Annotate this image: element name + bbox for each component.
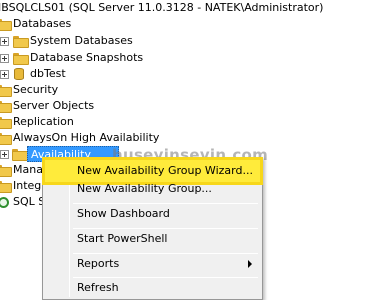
menu-item-reports[interactable]: Reports — [45, 253, 260, 275]
tree-label: dbTest — [30, 67, 66, 80]
menu-item-start-powershell[interactable]: Start PowerShell — [45, 228, 260, 250]
tree-node-replication[interactable]: Replication — [0, 114, 74, 130]
tree-label: AlwaysOn High Availability — [13, 131, 160, 144]
submenu-arrow-icon — [248, 260, 252, 268]
expand-icon[interactable] — [0, 37, 9, 46]
folder-icon — [0, 117, 12, 129]
expand-icon[interactable] — [0, 150, 9, 159]
tree-label: System Databases — [30, 34, 133, 47]
sql-agent-icon — [0, 197, 9, 208]
tree-node-server[interactable]: NBSQLCLS01 (SQL Server 11.0.3128 - NATEK… — [0, 0, 323, 16]
server-label: NBSQLCLS01 (SQL Server 11.0.3128 - NATEK… — [0, 1, 324, 14]
tree-label: Security — [13, 83, 59, 96]
tree-node-alwayson[interactable]: AlwaysOn High Availability — [0, 130, 159, 146]
menu-item-label: New Availability Group... — [77, 182, 212, 195]
tree-label: Databases — [13, 17, 72, 30]
menu-item-label: Refresh — [77, 281, 119, 294]
context-menu: New Availability Group Wizard... New Ava… — [42, 157, 263, 300]
folder-icon — [13, 36, 29, 48]
tree-label: Database Snapshots — [30, 51, 144, 64]
folder-icon — [0, 165, 12, 177]
tree-node-server-objects[interactable]: Server Objects — [0, 98, 94, 114]
menu-item-show-dashboard[interactable]: Show Dashboard — [45, 203, 260, 225]
folder-icon — [0, 19, 12, 31]
folder-icon — [13, 53, 29, 65]
tree-label: Server Objects — [13, 99, 95, 112]
folder-icon — [0, 181, 12, 193]
tree-node-system-databases[interactable]: System Databases — [0, 33, 133, 49]
tree-node-database-snapshots[interactable]: Database Snapshots — [0, 50, 143, 66]
menu-item-new-ag[interactable]: New Availability Group... — [45, 178, 260, 200]
menu-item-label: New Availability Group Wizard... — [77, 164, 253, 177]
folder-icon — [0, 101, 12, 113]
menu-item-label: Show Dashboard — [77, 207, 170, 220]
folder-icon — [12, 149, 28, 161]
tree-node-security[interactable]: Security — [0, 82, 58, 98]
tree-label: Replication — [13, 115, 74, 128]
database-icon — [14, 68, 24, 80]
expand-icon[interactable] — [0, 70, 9, 79]
folder-icon — [0, 133, 12, 145]
menu-item-label: Start PowerShell — [77, 232, 168, 245]
tree-node-dbtest[interactable]: dbTest — [0, 66, 66, 82]
folder-icon — [0, 85, 12, 97]
menu-item-label: Reports — [77, 257, 120, 270]
menu-item-refresh[interactable]: Refresh — [45, 277, 260, 299]
expand-icon[interactable] — [0, 54, 9, 63]
tree-node-databases[interactable]: Databases — [0, 16, 71, 32]
